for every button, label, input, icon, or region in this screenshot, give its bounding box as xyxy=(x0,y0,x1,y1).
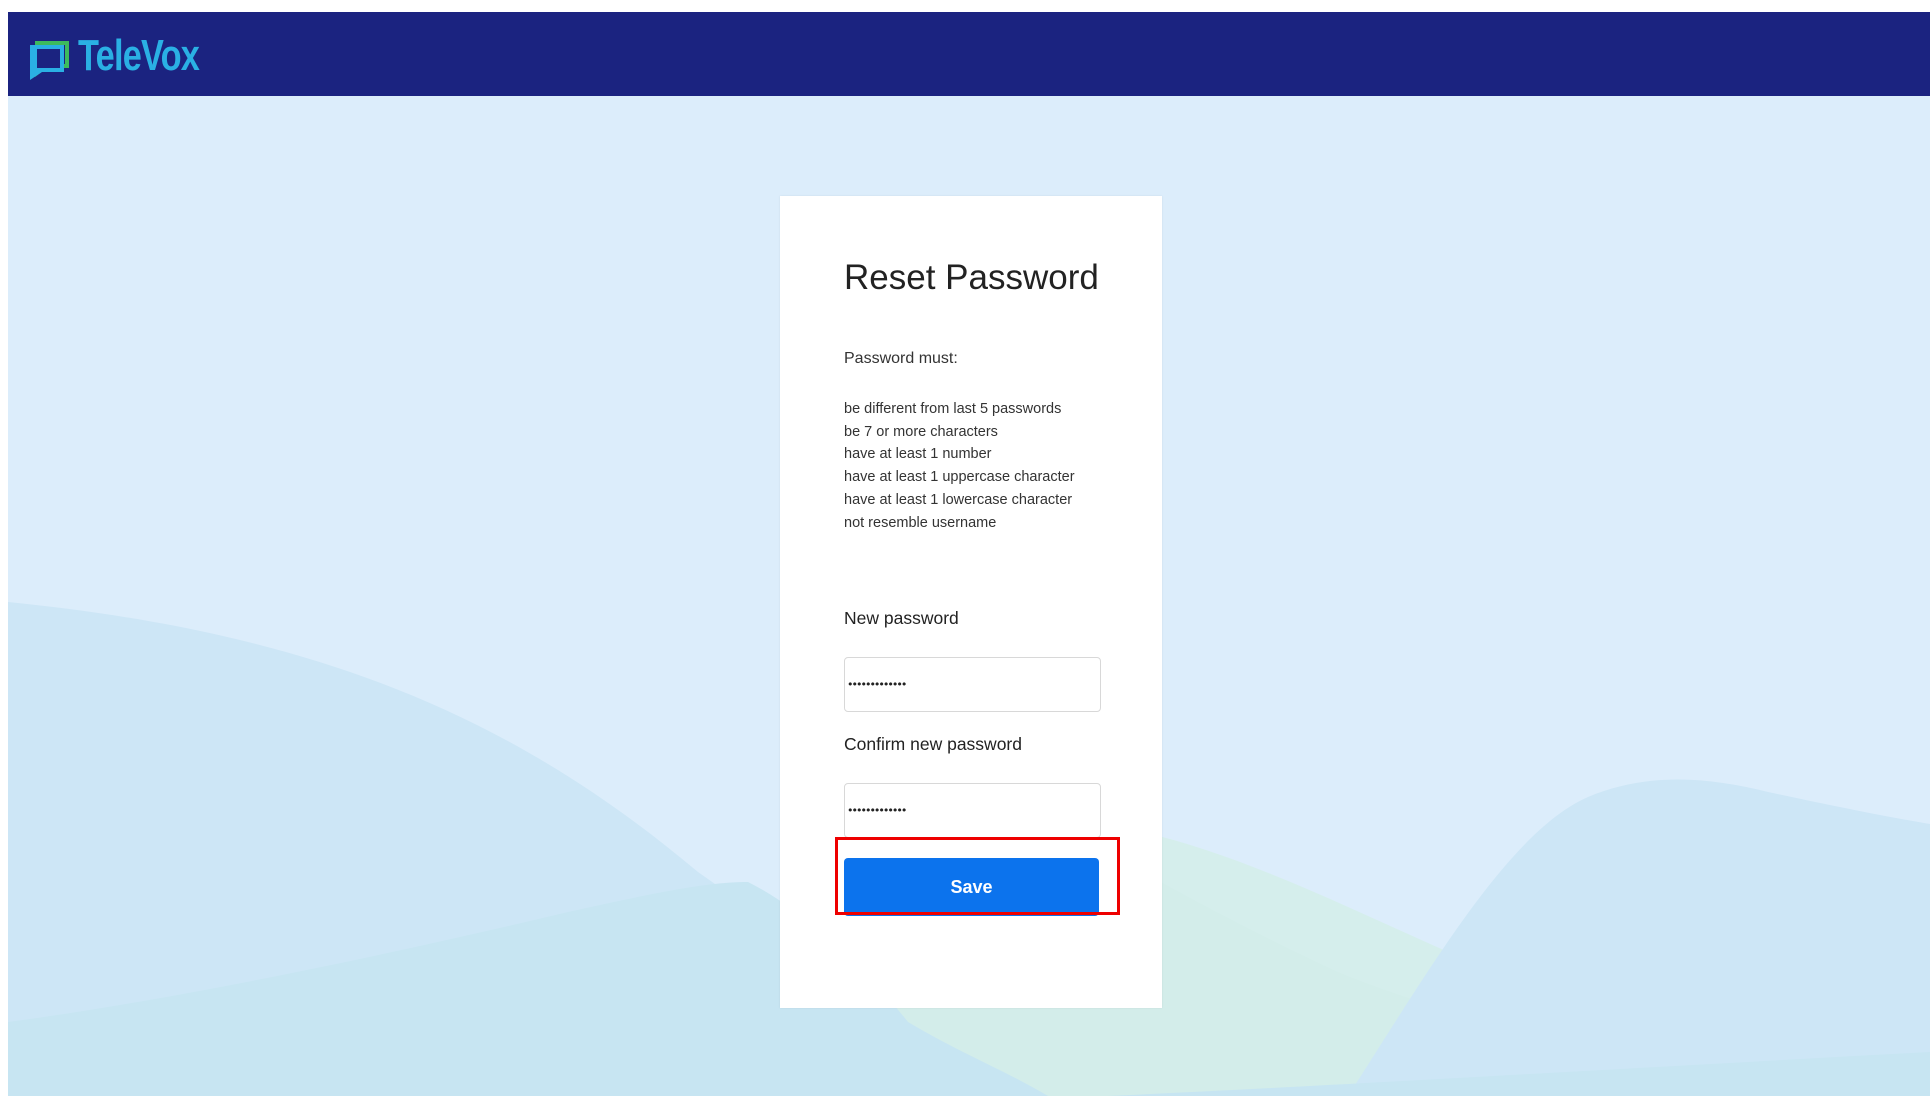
app-screen: TeleVox Reset Password Password must: be… xyxy=(8,12,1930,1096)
requirement-item: be 7 or more characters xyxy=(844,423,998,440)
televox-logo[interactable]: TeleVox xyxy=(28,32,233,80)
new-password-input[interactable] xyxy=(844,657,1101,712)
televox-logo-icon xyxy=(30,41,69,80)
password-requirements-list: be different from last 5 passwords be 7 … xyxy=(844,398,1075,534)
top-navigation-bar: TeleVox xyxy=(8,12,1930,96)
requirement-item: not resemble username xyxy=(844,514,997,531)
requirement-item: have at least 1 lowercase character xyxy=(844,491,1073,508)
televox-logo-text: TeleVox xyxy=(78,31,200,80)
confirm-password-label: Confirm new password xyxy=(844,734,1022,754)
password-requirements-intro: Password must: xyxy=(844,350,958,367)
requirement-item: be different from last 5 passwords xyxy=(844,401,1062,417)
confirm-password-input[interactable] xyxy=(844,783,1101,838)
new-password-label: New password xyxy=(844,608,959,628)
requirement-item: have at least 1 number xyxy=(844,446,992,463)
requirement-item: have at least 1 uppercase character xyxy=(844,469,1075,486)
save-button-highlight xyxy=(835,837,1120,915)
page-title: Reset Password xyxy=(844,258,1099,297)
